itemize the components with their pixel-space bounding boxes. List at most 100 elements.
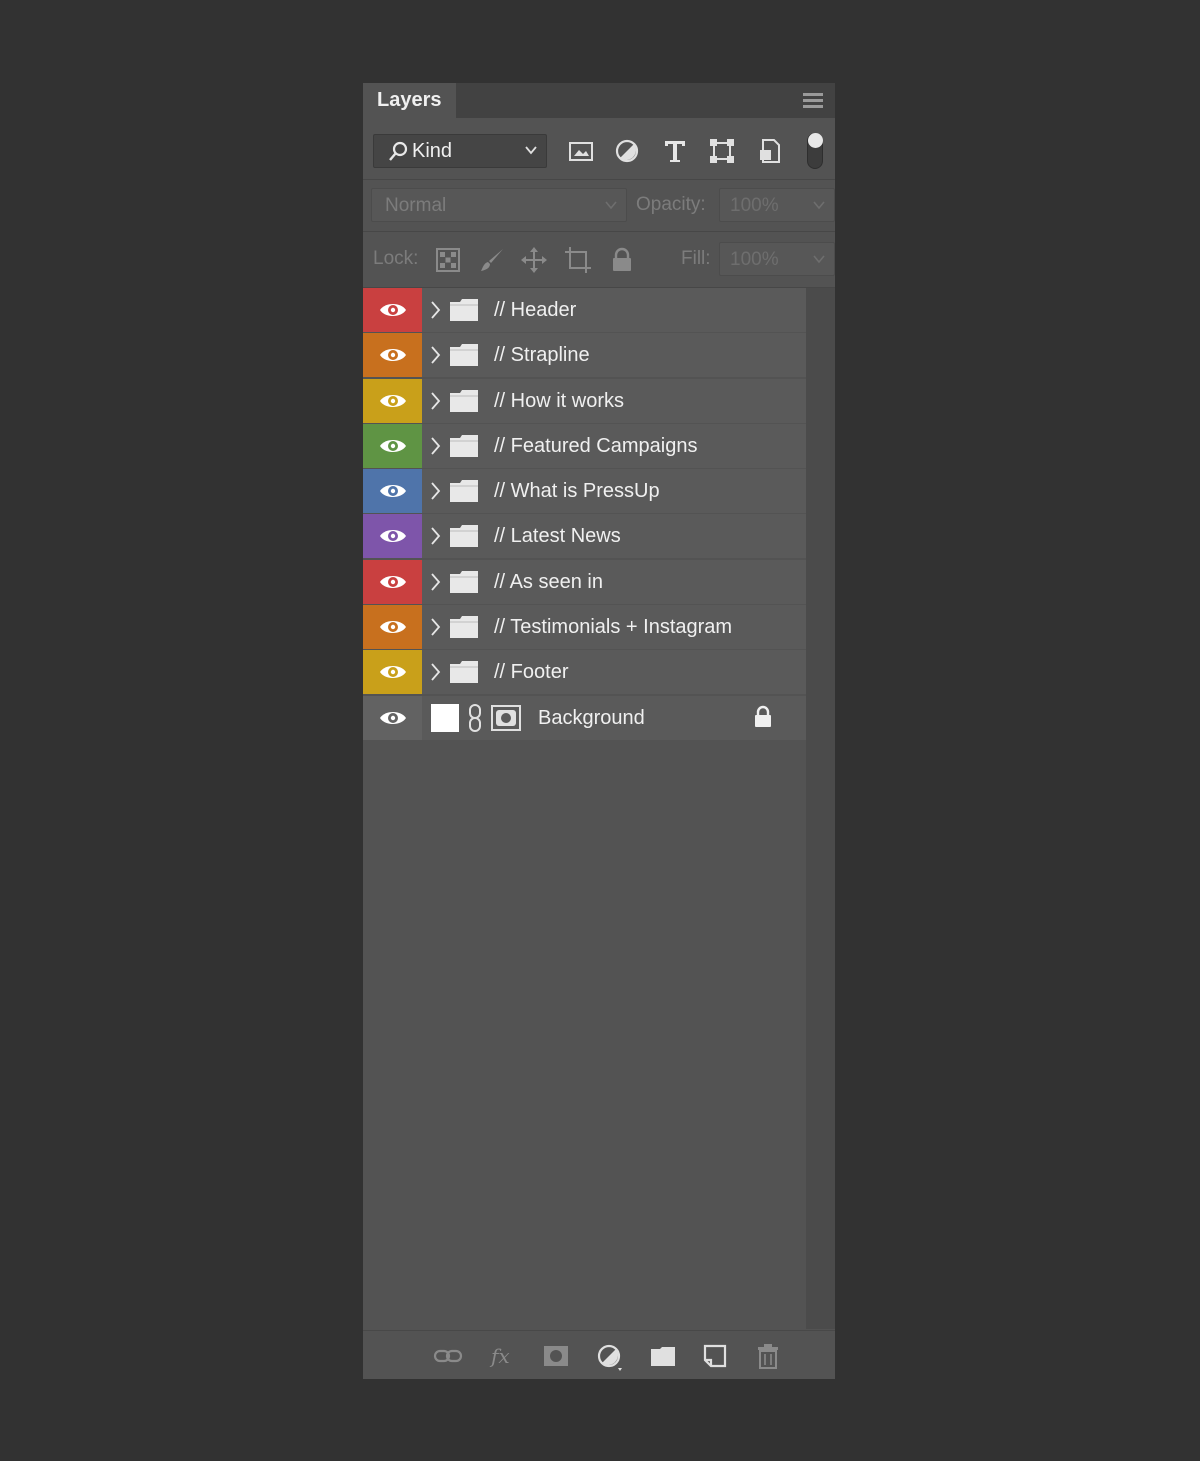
expand-arrow-icon[interactable]: [429, 391, 441, 411]
visibility-toggle[interactable]: [363, 605, 422, 650]
layer-lock-icon[interactable]: [752, 705, 774, 729]
visibility-toggle[interactable]: [363, 469, 422, 514]
lock-row: Lock: Fill: 100%: [363, 232, 835, 287]
eye-icon: [380, 621, 406, 634]
layer-name: // Testimonials + Instagram: [494, 616, 733, 639]
layer-name: // Featured Campaigns: [494, 434, 698, 457]
new-layer-icon[interactable]: [700, 1341, 730, 1371]
filter-toggle-knob: [808, 133, 823, 148]
eye-icon: [380, 304, 406, 316]
layer-row[interactable]: // How it works: [363, 378, 806, 423]
smart-object-filter-icon[interactable]: [755, 136, 785, 166]
expand-arrow-icon[interactable]: [429, 436, 441, 456]
opacity-value: 100%: [730, 195, 779, 216]
layer-row[interactable]: // Header: [363, 288, 806, 332]
new-adjustment-icon[interactable]: [594, 1341, 624, 1371]
kind-filter-label: Kind: [412, 140, 453, 162]
visibility-toggle[interactable]: [363, 288, 422, 332]
layer-row[interactable]: // Latest News: [363, 514, 806, 559]
lock-position-icon[interactable]: [520, 246, 548, 274]
folder-icon: [450, 389, 478, 412]
expand-arrow-icon[interactable]: [429, 662, 441, 682]
expand-arrow-icon[interactable]: [429, 300, 441, 320]
visibility-toggle[interactable]: [363, 650, 422, 695]
fill-label: Fill:: [681, 248, 711, 269]
eye-icon: [380, 666, 406, 679]
folder-icon: [450, 570, 478, 593]
expand-arrow-icon[interactable]: [429, 345, 441, 365]
panel-tab-bar: Layers: [363, 83, 835, 118]
eye-icon: [380, 711, 406, 724]
visibility-toggle[interactable]: [363, 695, 422, 740]
eye-icon: [380, 485, 406, 498]
visibility-toggle[interactable]: [363, 423, 422, 468]
layers-scrollbar[interactable]: [806, 288, 835, 1329]
blend-mode-value: Normal: [385, 195, 447, 216]
layer-name: // How it works: [494, 389, 625, 412]
layer-row[interactable]: // Strapline: [363, 333, 806, 378]
folder-icon: [450, 616, 478, 639]
eye-icon: [380, 439, 406, 452]
chevron-down-icon: [605, 201, 617, 210]
eye-icon: [380, 530, 406, 543]
eye-icon: [380, 394, 406, 407]
layer-row[interactable]: // As seen in: [363, 559, 806, 604]
expand-arrow-icon[interactable]: [429, 617, 441, 637]
adjustment-filter-icon[interactable]: [612, 136, 642, 166]
layer-thumbnail: [431, 703, 459, 732]
folder-icon: [450, 299, 478, 321]
layer-name: // As seen in: [494, 570, 603, 593]
layer-name: // Latest News: [494, 525, 621, 548]
add-mask-icon[interactable]: [541, 1341, 571, 1371]
blend-row: Normal Opacity: 100%: [363, 179, 835, 231]
layer-row[interactable]: // Testimonials + Instagram: [363, 605, 806, 650]
tab-layers[interactable]: Layers: [363, 83, 456, 118]
layer-name: // What is PressUp: [494, 480, 660, 503]
lock-transparent-icon[interactable]: [434, 246, 462, 274]
layers-list: // Header // Strapline // How it works // F…: [363, 288, 806, 741]
shape-filter-icon[interactable]: [707, 136, 737, 166]
fill-field[interactable]: 100%: [719, 242, 835, 276]
layer-row[interactable]: // Footer: [363, 650, 806, 695]
chain-link-icon[interactable]: [467, 703, 483, 733]
delete-icon[interactable]: [753, 1341, 783, 1371]
layer-name: // Footer: [494, 661, 569, 684]
folder-icon: [450, 525, 478, 548]
layer-name: // Strapline: [494, 344, 590, 367]
blend-mode-select[interactable]: Normal: [371, 188, 627, 222]
visibility-toggle[interactable]: [363, 378, 422, 423]
opacity-field[interactable]: 100%: [719, 188, 835, 222]
link-layers-icon[interactable]: [433, 1341, 463, 1371]
eye-icon: [380, 349, 406, 362]
chevron-down-icon: [813, 255, 825, 264]
layer-row[interactable]: // What is PressUp: [363, 469, 806, 514]
visibility-toggle[interactable]: [363, 514, 422, 559]
new-group-icon[interactable]: [648, 1341, 678, 1371]
lock-all-icon[interactable]: [608, 246, 636, 274]
folder-icon: [450, 434, 478, 457]
layer-name: // Header: [494, 299, 577, 321]
layer-row-background[interactable]: Background: [363, 695, 806, 740]
folder-icon: [450, 344, 478, 367]
panel-menu-icon[interactable]: [803, 93, 823, 108]
expand-arrow-icon[interactable]: [429, 572, 441, 592]
fx-icon[interactable]: fx: [489, 1341, 519, 1371]
expand-arrow-icon[interactable]: [429, 526, 441, 546]
visibility-toggle[interactable]: [363, 559, 422, 604]
panel-bottom-bar: fx: [363, 1330, 835, 1379]
expand-arrow-icon[interactable]: [429, 481, 441, 501]
lock-pixels-icon[interactable]: [478, 246, 506, 274]
layer-row[interactable]: // Featured Campaigns: [363, 423, 806, 468]
visibility-toggle[interactable]: [363, 333, 422, 378]
type-filter-icon[interactable]: [660, 136, 690, 166]
kind-filter-select[interactable]: Kind: [373, 134, 547, 168]
svg-text:fx: fx: [489, 1344, 510, 1368]
layers-panel: Layers Kind Normal Opacity: 100% Lock: F…: [363, 83, 835, 1379]
folder-icon: [450, 661, 478, 684]
mask-thumbnail-icon[interactable]: [491, 704, 521, 731]
lock-artboard-icon[interactable]: [564, 246, 592, 274]
pixel-filter-icon[interactable]: [566, 136, 596, 166]
opacity-label: Opacity:: [636, 194, 706, 215]
search-icon: [389, 141, 408, 161]
chevron-down-icon: [525, 146, 537, 155]
